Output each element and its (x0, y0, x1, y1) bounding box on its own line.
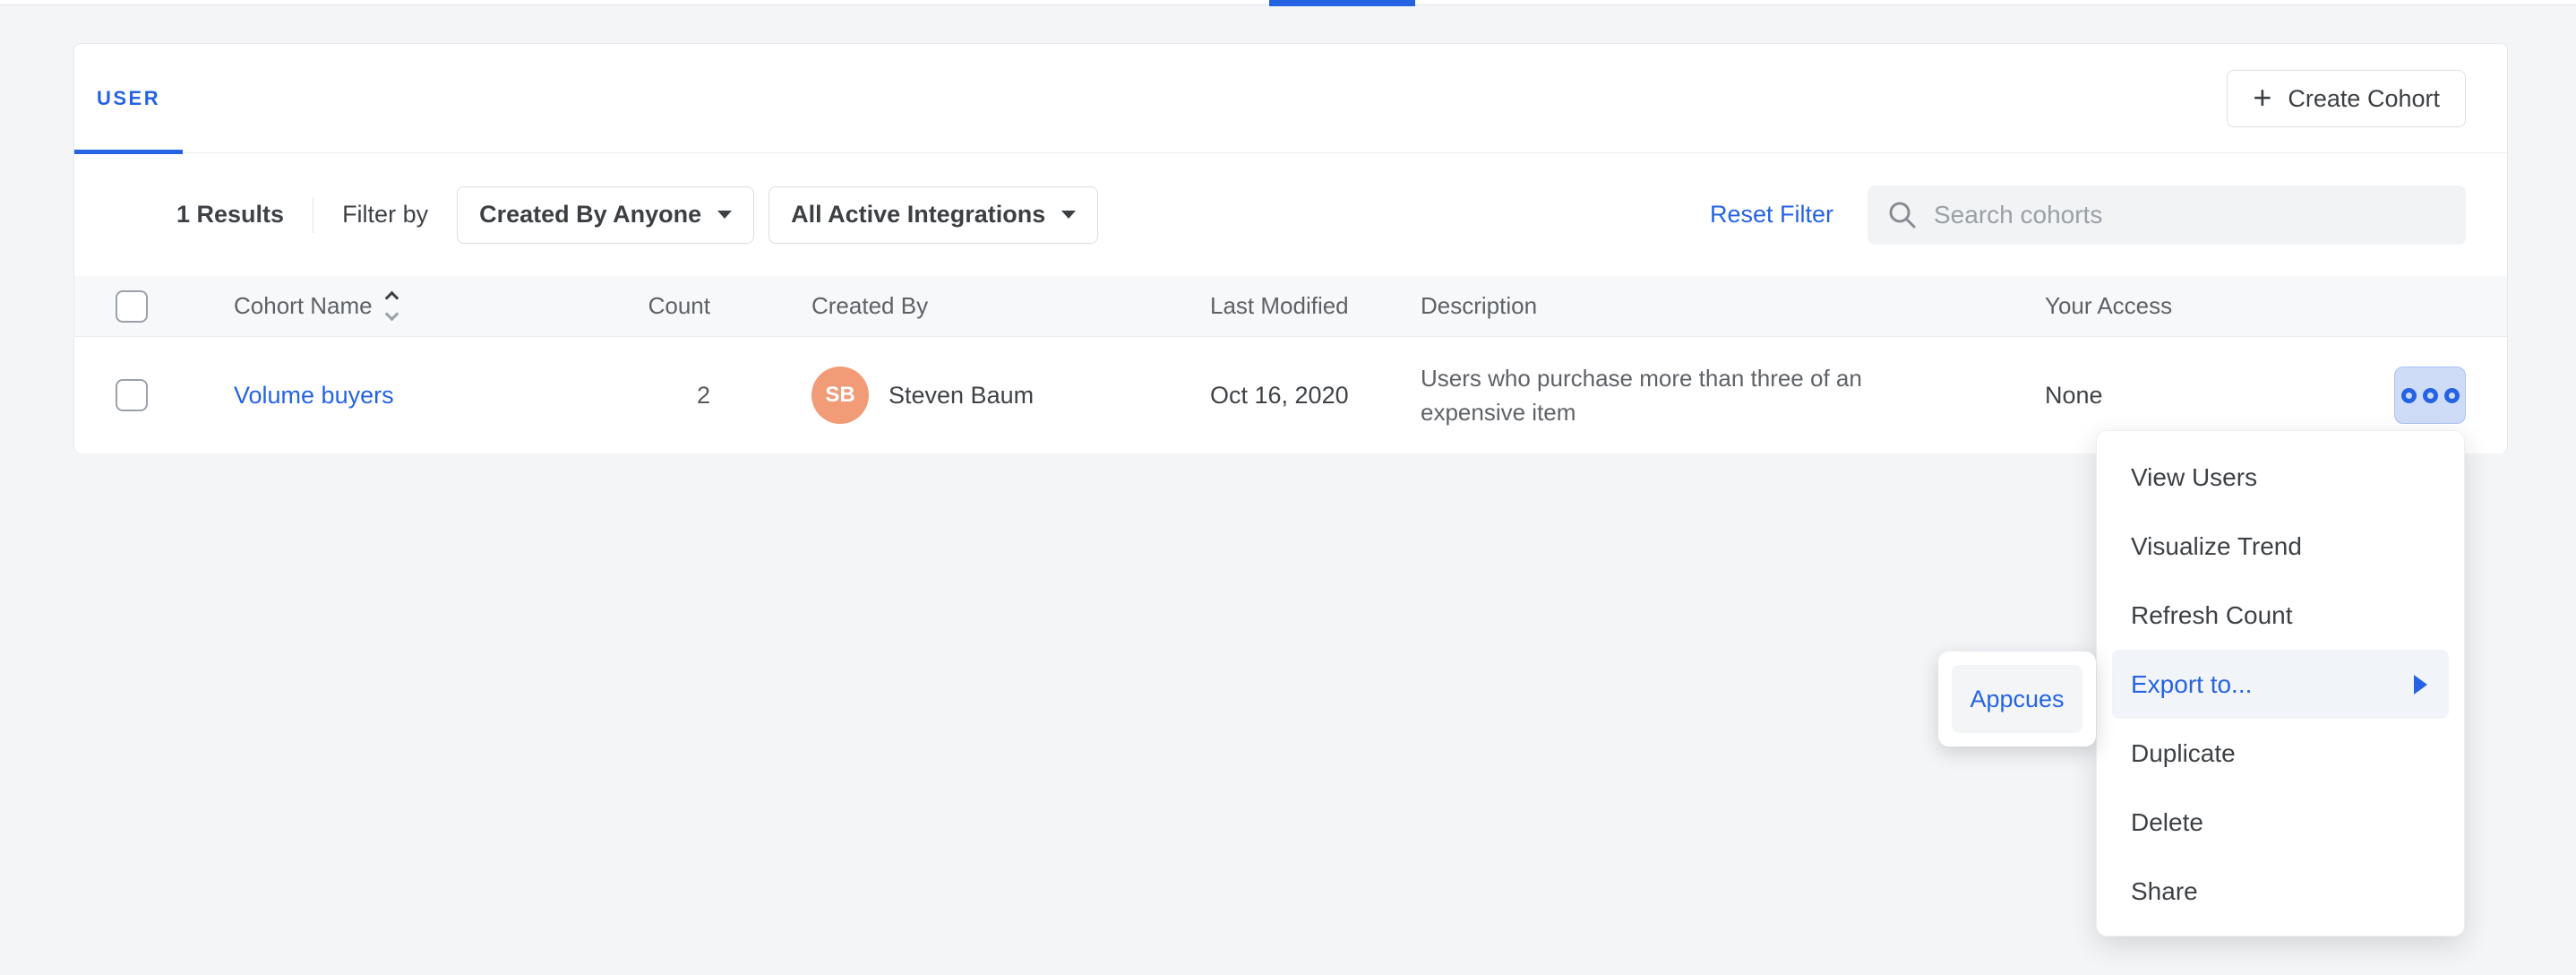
column-header-created-by: Created By (811, 276, 928, 336)
search-box[interactable] (1868, 186, 2466, 245)
create-cohort-button[interactable]: + Create Cohort (2227, 70, 2466, 127)
cohorts-card: USER + Create Cohort 1 Results Filter by… (73, 43, 2508, 453)
created-by-dropdown-value: Created By Anyone (479, 201, 701, 229)
column-header-description: Description (1421, 276, 1940, 336)
select-all-checkbox[interactable] (116, 290, 148, 323)
menu-item-share[interactable]: Share (2097, 857, 2464, 926)
integrations-dropdown[interactable]: All Active Integrations (769, 186, 1098, 244)
submenu-arrow-icon (2414, 675, 2427, 695)
more-actions-button[interactable] (2394, 367, 2466, 424)
filter-by-label: Filter by (342, 201, 428, 229)
avatar: SB (811, 367, 869, 424)
description-text: Users who purchase more than three of an… (1421, 361, 1940, 429)
tab-bar: USER + Create Cohort (74, 44, 2507, 153)
active-top-tab-indicator (1269, 0, 1415, 6)
tab-user[interactable]: USER (74, 44, 183, 153)
create-cohort-label: Create Cohort (2288, 85, 2440, 113)
context-menu: View Users Visualize Trend Refresh Count… (2096, 430, 2465, 936)
filter-bar: 1 Results Filter by Created By Anyone Al… (74, 153, 2507, 276)
integrations-dropdown-value: All Active Integrations (791, 201, 1045, 229)
header-checkbox-cell (116, 276, 151, 336)
cohort-name-header-label: Cohort Name (234, 292, 373, 320)
row-checkbox[interactable] (116, 379, 148, 411)
last-modified-cell: Oct 16, 2020 (1210, 337, 1349, 453)
chevron-down-icon (717, 211, 732, 219)
results-count: 1 Results (176, 201, 284, 229)
menu-item-delete[interactable]: Delete (2097, 788, 2464, 857)
column-header-count: Count (540, 276, 710, 336)
chevron-down-icon (1061, 211, 1076, 219)
menu-item-refresh-count[interactable]: Refresh Count (2097, 581, 2464, 650)
column-header-last-modified: Last Modified (1210, 276, 1349, 336)
your-access-cell: None (2045, 337, 2103, 453)
more-actions-icon (2401, 388, 2417, 403)
tab-user-label: USER (97, 87, 160, 110)
created-by-dropdown[interactable]: Created By Anyone (457, 186, 754, 244)
sort-icon (387, 293, 397, 319)
count-cell: 2 (540, 337, 710, 453)
submenu-item-appcues[interactable]: Appcues (1952, 665, 2082, 733)
column-header-your-access: Your Access (2045, 276, 2172, 336)
menu-item-view-users[interactable]: View Users (2097, 443, 2464, 512)
description-cell: Users who purchase more than three of an… (1421, 337, 1940, 453)
export-to-label: Export to... (2131, 670, 2252, 699)
row-checkbox-cell (116, 337, 151, 453)
cohort-name-cell: Volume buyers (234, 337, 394, 453)
search-input[interactable] (1934, 201, 2446, 229)
menu-item-export-to[interactable]: Export to... (2112, 650, 2449, 719)
reset-filter-link[interactable]: Reset Filter (1710, 201, 1833, 229)
plus-icon: + (2253, 82, 2271, 114)
created-by-name: Steven Baum (889, 382, 1034, 410)
table-header: Cohort Name Count Created By Last Modifi… (74, 276, 2507, 337)
cohorts-screen: USER + Create Cohort 1 Results Filter by… (0, 0, 2576, 975)
cohort-name-link[interactable]: Volume buyers (234, 382, 394, 410)
export-submenu: Appcues (1938, 651, 2096, 746)
top-nav-strip (0, 0, 2576, 5)
created-by-cell: SB Steven Baum (811, 337, 1034, 453)
count-value: 2 (697, 382, 710, 410)
search-icon (1887, 200, 1918, 230)
menu-item-visualize-trend[interactable]: Visualize Trend (2097, 512, 2464, 581)
column-header-cohort-name[interactable]: Cohort Name (234, 276, 397, 336)
menu-item-duplicate[interactable]: Duplicate (2097, 719, 2464, 788)
